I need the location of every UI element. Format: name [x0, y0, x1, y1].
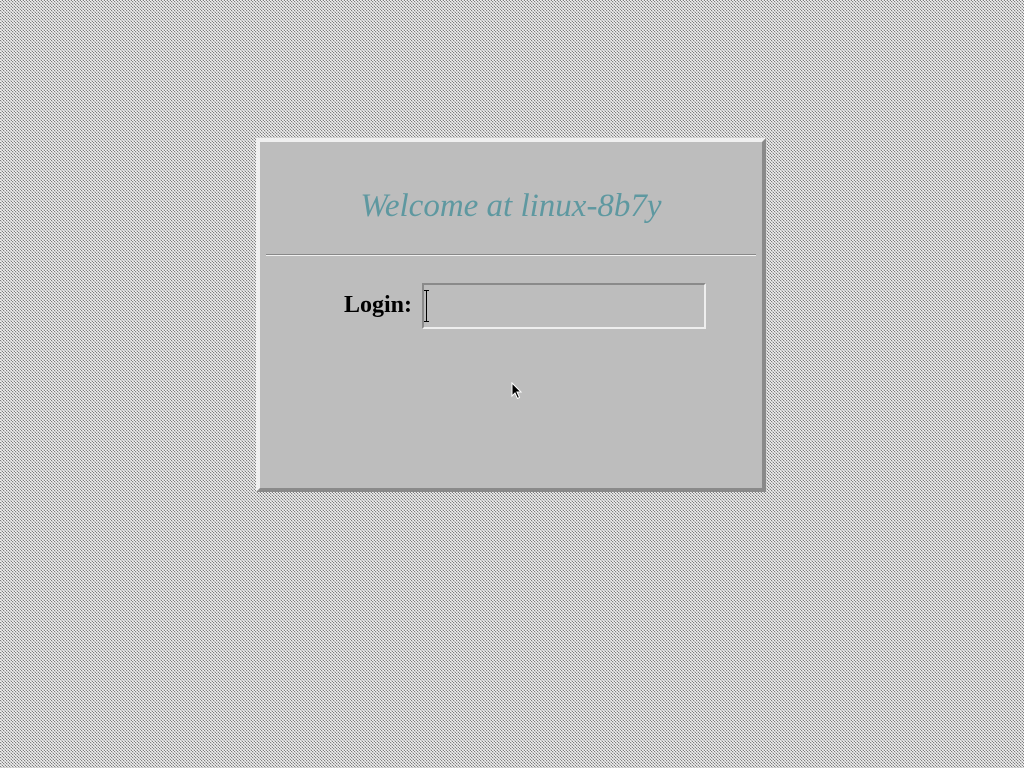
login-input[interactable]: [422, 283, 706, 329]
login-dialog: Welcome at linux-8b7y Login:: [256, 138, 766, 492]
mouse-pointer-icon: [511, 382, 523, 400]
text-cursor-icon: [424, 290, 429, 322]
separator: [266, 254, 756, 256]
welcome-title: Welcome at linux-8b7y: [360, 188, 662, 224]
login-label: Login:: [344, 292, 413, 318]
